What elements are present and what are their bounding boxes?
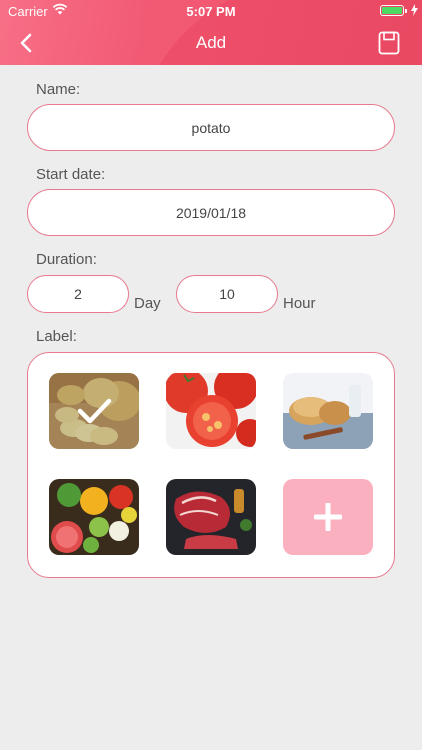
vegetables-image bbox=[49, 479, 139, 555]
save-icon[interactable] bbox=[378, 31, 400, 55]
hours-input[interactable]: 10 bbox=[176, 275, 278, 313]
name-input[interactable]: potato bbox=[27, 104, 395, 151]
potato-image bbox=[49, 373, 139, 449]
charging-icon bbox=[411, 4, 418, 16]
status-time: 5:07 PM bbox=[186, 4, 236, 19]
battery-icon bbox=[380, 5, 407, 16]
status-bar: Carrier 5:07 PM bbox=[0, 0, 422, 22]
label-tile-vegetables[interactable] bbox=[49, 479, 139, 555]
bread-image bbox=[283, 373, 373, 449]
label-tile-tomato[interactable] bbox=[166, 373, 256, 449]
label-tile-potato[interactable] bbox=[49, 373, 139, 449]
label-tile-meat[interactable] bbox=[166, 479, 256, 555]
name-label: Name: bbox=[36, 81, 81, 98]
label-tile-bread[interactable] bbox=[283, 373, 373, 449]
navigation-bar: Carrier 5:07 PM Add bbox=[0, 0, 422, 65]
start-date-label: Start date: bbox=[36, 166, 106, 183]
meat-image bbox=[166, 479, 256, 555]
add-label-button[interactable] bbox=[283, 479, 373, 555]
tomato-image bbox=[166, 373, 256, 449]
days-unit: Day bbox=[134, 295, 161, 312]
label-label: Label: bbox=[36, 328, 77, 345]
duration-label: Duration: bbox=[36, 251, 97, 268]
hours-unit: Hour bbox=[283, 295, 316, 312]
start-date-input[interactable]: 2019/01/18 bbox=[27, 189, 395, 236]
label-picker bbox=[27, 352, 395, 578]
days-input[interactable]: 2 bbox=[27, 275, 129, 313]
plus-icon bbox=[314, 503, 342, 531]
page-title: Add bbox=[195, 33, 227, 52]
